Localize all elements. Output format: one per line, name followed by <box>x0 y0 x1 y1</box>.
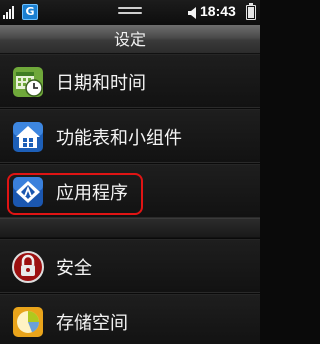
lock-icon <box>12 251 44 283</box>
battery-icon <box>246 3 256 20</box>
storage-pie-icon <box>13 307 43 337</box>
page-title: 设定 <box>0 25 260 54</box>
settings-item-label: 存储空间 <box>56 313 128 334</box>
settings-item-label: 功能表和小组件 <box>56 128 182 149</box>
speaker-icon <box>188 7 196 19</box>
settings-item-date-time[interactable]: 日期和时间 <box>0 54 260 108</box>
notification-handle-icon[interactable] <box>118 7 142 17</box>
settings-item-menu-widgets[interactable]: 功能表和小组件 <box>0 109 260 163</box>
calendar-clock-icon <box>13 67 43 97</box>
network-g-icon: G <box>22 4 38 20</box>
section-divider <box>0 218 260 238</box>
settings-item-label: 安全 <box>56 258 92 279</box>
signal-icon <box>3 5 17 19</box>
highlight-annotation-box <box>7 173 143 215</box>
clock-time: 18:43 <box>200 3 236 19</box>
settings-item-label: 日期和时间 <box>56 73 146 94</box>
settings-item-storage[interactable]: 存储空间 <box>0 294 260 344</box>
status-bar: G 18:43 <box>0 0 260 25</box>
home-icon <box>13 122 43 152</box>
settings-item-security[interactable]: 安全 <box>0 239 260 293</box>
